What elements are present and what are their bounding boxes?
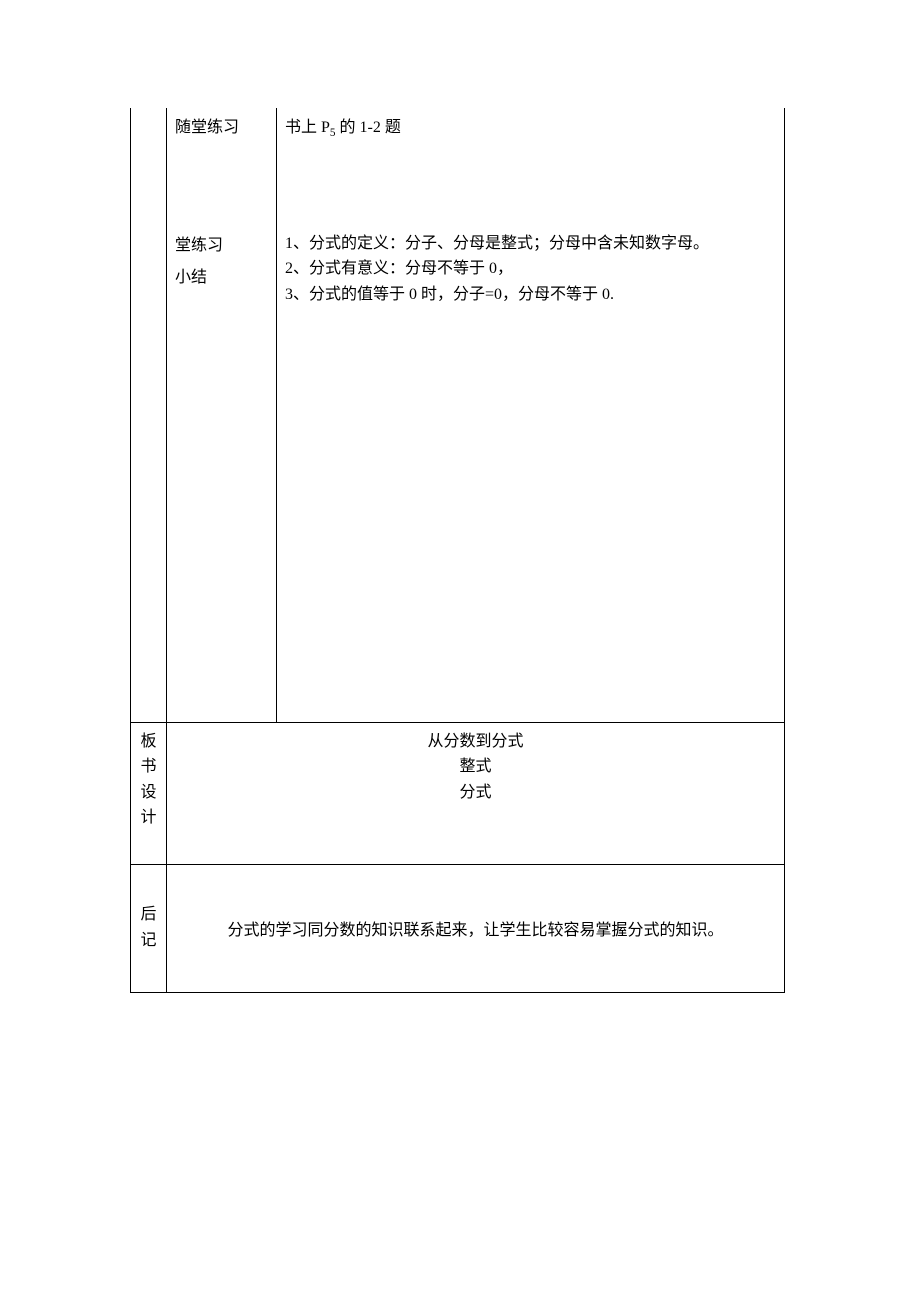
houji-c2: 记 [131, 928, 166, 954]
row2-content: 从分数到分式 整式 分式 [167, 722, 785, 864]
summary-line-1: 1、分式的定义：分子、分母是整式；分母中含未知数字母。 [285, 231, 776, 257]
summary-line-3: 3、分式的值等于 0 时，分子=0，分母不等于 0. [285, 282, 776, 308]
houji-content: 分式的学习同分数的知识联系起来，让学生比较容易掌握分式的知识。 [175, 916, 776, 940]
row3-content-cell: 分式的学习同分数的知识联系起来，让学生比较容易掌握分式的知识。 [167, 864, 785, 992]
banshu-c1: 板 [131, 729, 166, 755]
document-page: 随堂练习 堂练习 小结 书上 P5 的 1-2 题 1、分式的定义：分子、分母是… [0, 0, 920, 993]
row1-labels: 随堂练习 堂练习 小结 [167, 108, 277, 722]
summary-line-2: 2、分式有意义：分母不等于 0， [285, 256, 776, 282]
row3-label: 后 记 [131, 864, 167, 992]
banshu-c2: 书 [131, 754, 166, 780]
lesson-plan-table: 随堂练习 堂练习 小结 书上 P5 的 1-2 题 1、分式的定义：分子、分母是… [130, 108, 785, 993]
banshu-c3: 设 [131, 780, 166, 806]
content-exercise: 书上 P5 的 1-2 题 [285, 112, 776, 145]
exercise-post: 的 1-2 题 [336, 119, 401, 136]
banshu-c4: 计 [131, 805, 166, 831]
label-suitang: 随堂练习 [175, 112, 268, 144]
board-line-1: 从分数到分式 [167, 729, 784, 755]
houji-c1: 后 [131, 902, 166, 928]
row2-label: 板 书 设 计 [131, 722, 167, 864]
label-spacer [175, 144, 268, 230]
row1-content: 书上 P5 的 1-2 题 1、分式的定义：分子、分母是整式；分母中含未知数字母… [277, 108, 785, 722]
content-spacer [285, 145, 776, 231]
board-line-3: 分式 [167, 780, 784, 806]
exercise-pre: 书上 P [285, 119, 330, 136]
label-xiaojie: 小结 [175, 262, 268, 294]
label-tanglianxi: 堂练习 [175, 230, 268, 262]
board-line-2: 整式 [167, 754, 784, 780]
row1-col1-empty [131, 108, 167, 722]
